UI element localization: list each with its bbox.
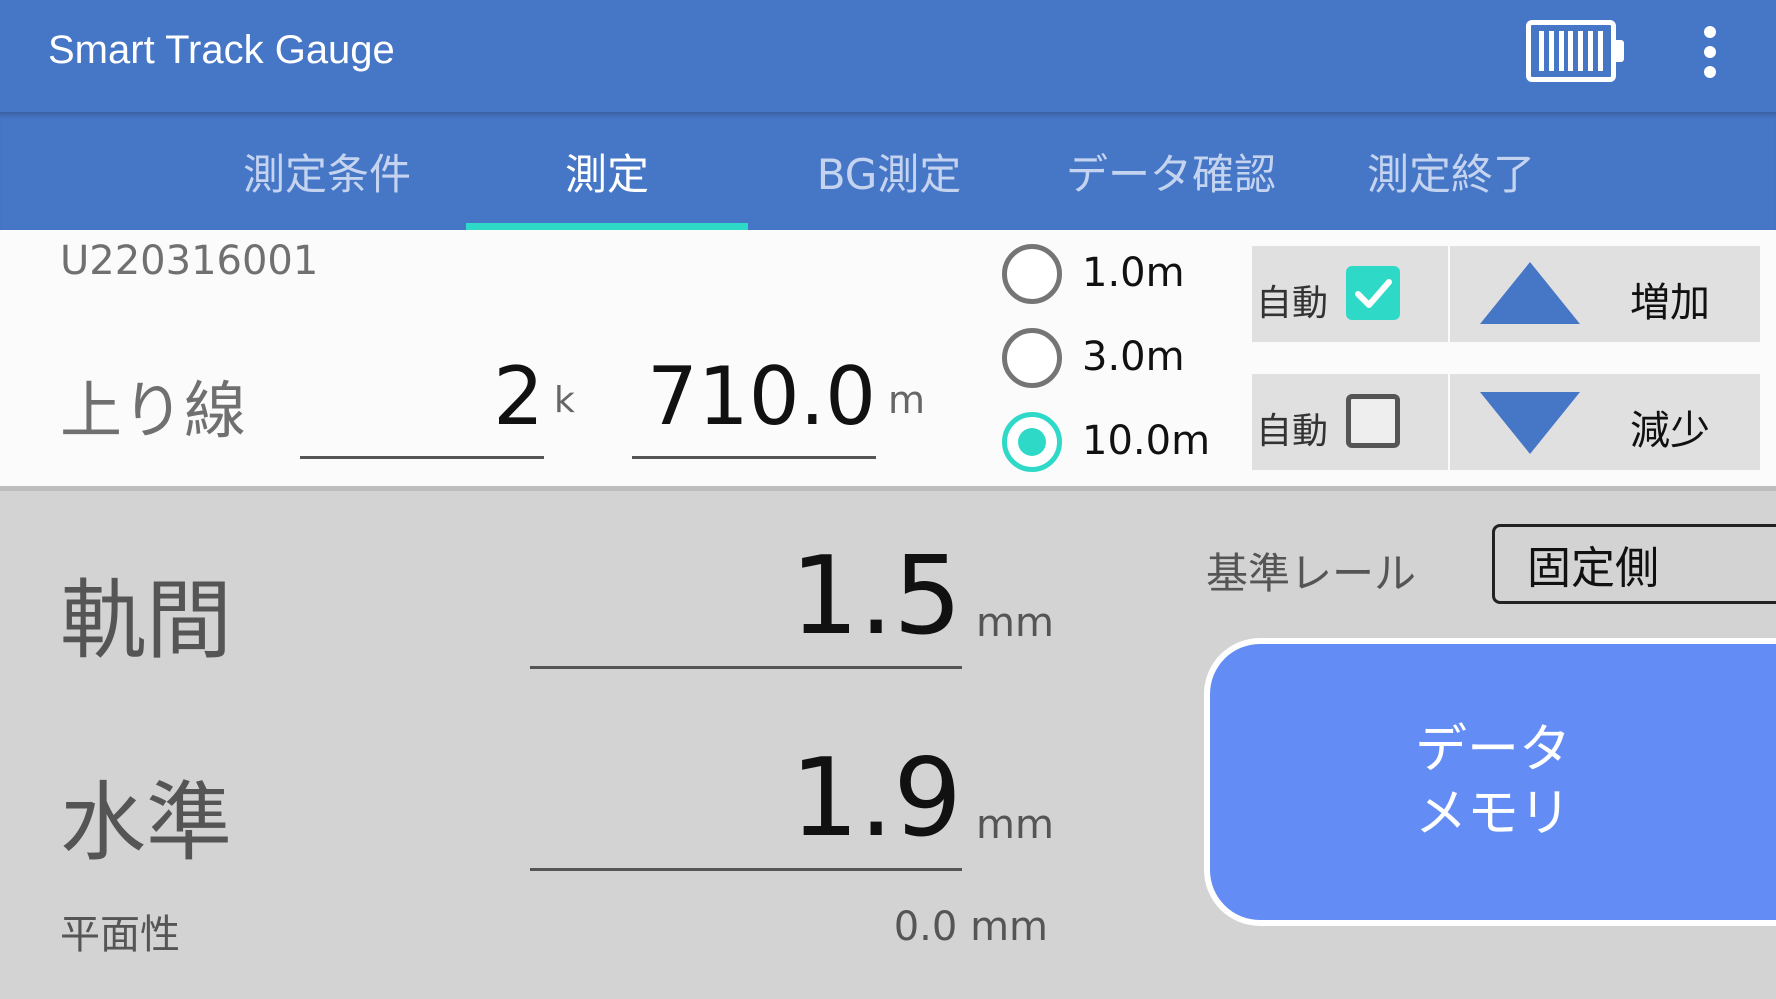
gauge-underline (530, 666, 962, 669)
auto-decrease-box: 自動 (1252, 374, 1448, 470)
km-field-underline (300, 456, 544, 459)
overflow-menu-icon[interactable] (1690, 22, 1730, 82)
app-title: Smart Track Gauge (48, 28, 395, 72)
m-unit: m (888, 378, 926, 422)
auto-decrease-checkbox[interactable] (1346, 394, 1400, 448)
tab-bar: 測定条件 測定 BG測定 データ確認 測定終了 (0, 112, 1776, 230)
m-value-field[interactable]: 710.0 (632, 350, 876, 443)
interval-radio-10m[interactable] (1002, 412, 1062, 472)
interval-radio-3m[interactable] (1002, 328, 1062, 388)
gauge-unit: mm (976, 600, 1054, 646)
level-value: 1.9 (790, 736, 962, 861)
km-unit: k (554, 380, 575, 421)
tab-measurement[interactable]: 測定 (466, 112, 748, 230)
m-field-underline (632, 456, 876, 459)
interval-radio-1m[interactable] (1002, 244, 1062, 304)
reference-rail-label: 基準レール (1206, 549, 1417, 598)
interval-label-1m: 1.0m (1082, 250, 1185, 296)
data-memory-button[interactable]: データ メモリ (1204, 638, 1776, 926)
arrow-up-icon (1480, 262, 1580, 324)
interval-label-3m: 3.0m (1082, 334, 1185, 380)
auto-increase-label: 自動 (1256, 283, 1329, 324)
increase-button[interactable]: 増加 (1450, 246, 1760, 342)
level-unit: mm (976, 802, 1054, 848)
check-icon (1355, 279, 1392, 308)
active-tab-indicator (466, 223, 748, 230)
app-bar: Smart Track Gauge (0, 0, 1776, 112)
level-label: 水準 (60, 773, 232, 873)
tab-measurement-conditions[interactable]: 測定条件 (186, 112, 468, 230)
battery-icon (1526, 20, 1616, 82)
increase-label: 増加 (1630, 280, 1710, 326)
reference-rail-button[interactable]: 固定側 (1492, 524, 1776, 604)
arrow-down-icon (1480, 392, 1580, 454)
position-panel: U220316001 上り線 2 k 710.0 m 1.0m 3.0m 10.… (0, 230, 1776, 491)
serial-number: U220316001 (60, 238, 319, 284)
auto-decrease-label: 自動 (1256, 411, 1329, 452)
gauge-label: 軌間 (60, 571, 232, 671)
auto-increase-checkbox[interactable] (1346, 266, 1400, 320)
gauge-value: 1.5 (790, 534, 962, 659)
battery-tip-icon (1616, 40, 1624, 62)
tab-data-check[interactable]: データ確認 (1030, 112, 1312, 230)
tab-bg-measurement[interactable]: BG測定 (748, 112, 1030, 230)
level-underline (530, 868, 962, 871)
interval-label-10m: 10.0m (1082, 418, 1211, 464)
line-name: 上り線 (60, 374, 247, 447)
decrease-button[interactable]: 減少 (1450, 374, 1760, 470)
flatness-value: 0.0 mm (893, 904, 1048, 950)
tab-end-measurement[interactable]: 測定終了 (1310, 112, 1592, 230)
km-value-field[interactable]: 2 (300, 350, 544, 443)
decrease-label: 減少 (1630, 408, 1710, 454)
auto-increase-box: 自動 (1252, 246, 1448, 342)
flatness-label: 平面性 (60, 912, 180, 958)
